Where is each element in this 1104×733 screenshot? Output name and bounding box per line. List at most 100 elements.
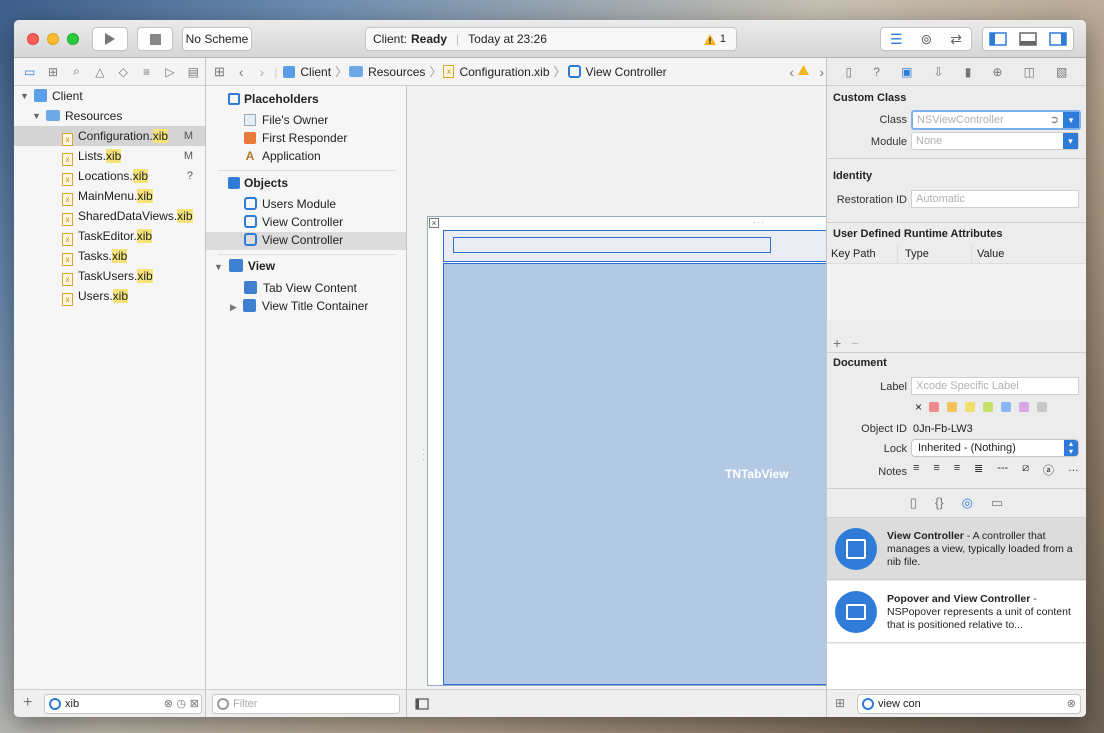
outline-item-application[interactable]: A Application (244, 146, 321, 166)
separator-icon[interactable]: --- (997, 462, 1008, 478)
navigator-filter-input[interactable]: xib ⊗ ◷ ⊠ (44, 694, 202, 714)
version-editor-icon[interactable]: ⇄ (950, 31, 962, 48)
add-attribute-icon[interactable]: + (833, 335, 841, 351)
report-navigator-icon[interactable]: ▤ (182, 65, 205, 79)
file-row[interactable]: x Configuration.xib M (14, 126, 205, 146)
crumb-group[interactable]: Resources (368, 65, 425, 79)
popup-arrows-icon[interactable]: ▴ ▾ (1064, 440, 1078, 456)
type-column[interactable]: Type (905, 248, 929, 260)
class-dropdown-icon[interactable]: ▾ (1063, 112, 1079, 128)
strike-icon[interactable]: ⧄ (1022, 462, 1029, 478)
title-field[interactable] (453, 237, 771, 253)
goto-class-icon[interactable]: ➲ (1050, 112, 1059, 128)
file-row[interactable]: x MainMenu.xib (14, 186, 205, 206)
group-row[interactable]: ▼ Resources (32, 106, 122, 126)
warning-indicator[interactable]: 1 (703, 33, 726, 46)
library-item-popover[interactable]: Popover and View Controller - NSPopover … (827, 581, 1086, 643)
navigator-toggle-icon[interactable] (989, 32, 1007, 46)
align-center-icon[interactable]: ≡ (933, 462, 939, 478)
run-button[interactable] (92, 27, 128, 51)
add-icon[interactable]: + (23, 694, 32, 712)
scheme-selector[interactable]: No Scheme (182, 27, 252, 51)
view-controller-scene[interactable]: × ··· TNTabView · · · (422, 216, 847, 686)
restoration-id-field[interactable]: Automatic (911, 190, 1079, 208)
scm-filter-icon[interactable]: ⊠ (190, 695, 199, 713)
interface-builder-canvas[interactable]: × ··· TNTabView · · · (407, 86, 847, 689)
file-row[interactable]: x Locations.xib? (14, 166, 205, 186)
breakpoint-navigator-icon[interactable]: ▷ (158, 65, 181, 79)
disclosure-open-icon[interactable]: ▼ (20, 86, 29, 106)
clear-color-icon[interactable]: × (915, 400, 922, 414)
file-row[interactable]: x TaskEditor.xib (14, 226, 205, 246)
outline-item-view-controller-2[interactable]: View Controller (244, 230, 343, 250)
assistant-editor-icon[interactable]: ⊚ (921, 31, 933, 48)
back-icon[interactable]: ‹ (239, 64, 244, 80)
zoom-window-button[interactable] (67, 33, 79, 45)
identity-inspector-icon[interactable]: ▣ (901, 65, 912, 79)
more-icon[interactable]: … (1068, 462, 1079, 478)
outline-item-users-module[interactable]: Users Module (244, 194, 336, 214)
outline-toggle-icon[interactable] (415, 698, 429, 710)
keypath-column[interactable]: Key Path (831, 248, 876, 260)
test-navigator-icon[interactable]: ◇ (112, 65, 135, 79)
clear-icon[interactable]: ⊗ (164, 695, 173, 713)
module-field[interactable]: None ▾ (911, 132, 1079, 150)
align-left-icon[interactable]: ≡ (913, 462, 919, 478)
next-issue-icon[interactable]: › (819, 64, 824, 80)
stop-button[interactable] (137, 27, 173, 51)
utilities-toggle-icon[interactable] (1049, 32, 1067, 46)
close-window-button[interactable] (27, 33, 39, 45)
size-inspector-icon[interactable]: ▮ (965, 65, 972, 79)
label-color-swatch[interactable] (929, 402, 939, 412)
tab-view[interactable]: TNTabView (443, 263, 843, 685)
outline-item-view-title-container[interactable]: ▶ View Title Container (230, 296, 368, 316)
recent-icon[interactable]: ◷ (176, 695, 186, 713)
remove-attribute-icon[interactable]: − (851, 335, 859, 351)
crumb-object[interactable]: View Controller (586, 65, 667, 79)
file-row[interactable]: x TaskUsers.xib (14, 266, 205, 286)
file-inspector-icon[interactable]: ▯ (846, 65, 853, 79)
file-template-library-icon[interactable]: ▯ (910, 495, 917, 511)
issue-navigator-icon[interactable]: △ (88, 65, 111, 79)
file-row[interactable]: x SharedDataViews.xib (14, 206, 205, 226)
connections-inspector-icon[interactable]: ⊕ (992, 65, 1002, 79)
outline-filter-input[interactable]: Filter (212, 694, 400, 714)
label-color-swatch[interactable] (1037, 402, 1047, 412)
label-color-swatch[interactable] (1019, 402, 1029, 412)
align-right-icon[interactable]: ≡ (954, 462, 960, 478)
find-navigator-icon[interactable]: ⌕ (65, 64, 88, 79)
source-control-navigator-icon[interactable]: ⊞ (41, 65, 64, 79)
object-library-icon[interactable]: ◎ (962, 495, 973, 511)
debug-area-toggle-icon[interactable] (1019, 32, 1037, 46)
clear-icon[interactable]: ⊗ (1067, 695, 1076, 713)
crumb-project[interactable]: Client (300, 65, 331, 79)
quick-help-icon[interactable]: ? (873, 65, 880, 79)
library-filter-input[interactable]: view con ⊗ (857, 694, 1081, 714)
attributes-inspector-icon[interactable]: ⇩ (934, 65, 944, 79)
text-style-icon[interactable]: ⓐ (1043, 462, 1054, 478)
file-row[interactable]: x Tasks.xib (14, 246, 205, 266)
view-effects-icon[interactable]: ▧ (1056, 65, 1067, 79)
forward-icon[interactable]: › (260, 64, 265, 80)
previous-issue-icon[interactable]: ‹ (789, 64, 794, 80)
library-item-view-controller[interactable]: View Controller - A controller that mana… (827, 518, 1086, 580)
bindings-inspector-icon[interactable]: ◫ (1024, 65, 1035, 79)
label-color-swatch[interactable] (947, 402, 957, 412)
grid-view-icon[interactable]: ⊞ (835, 696, 845, 710)
file-row[interactable]: x Lists.xib M (14, 146, 205, 166)
runtime-attributes-table[interactable] (827, 264, 1086, 320)
standard-editor-icon[interactable]: ☰ (890, 31, 903, 48)
media-library-icon[interactable]: ▭ (991, 495, 1003, 511)
outline-item-view-controller-1[interactable]: View Controller (244, 212, 343, 232)
outline-item-first-responder[interactable]: First Responder (244, 128, 347, 148)
justify-icon[interactable]: ≣ (974, 462, 983, 478)
close-scene-icon[interactable]: × (429, 218, 439, 228)
project-row[interactable]: ▼ Client (20, 86, 83, 106)
issue-warning-icon[interactable] (797, 64, 810, 79)
code-snippet-library-icon[interactable]: {} (935, 495, 944, 510)
view-title-container[interactable] (443, 230, 843, 262)
label-color-swatch[interactable] (983, 402, 993, 412)
project-navigator-icon[interactable]: ▭ (18, 65, 41, 79)
crumb-file[interactable]: Configuration.xib (459, 65, 549, 79)
lock-popup[interactable]: Inherited - (Nothing) ▴ ▾ (911, 439, 1079, 457)
